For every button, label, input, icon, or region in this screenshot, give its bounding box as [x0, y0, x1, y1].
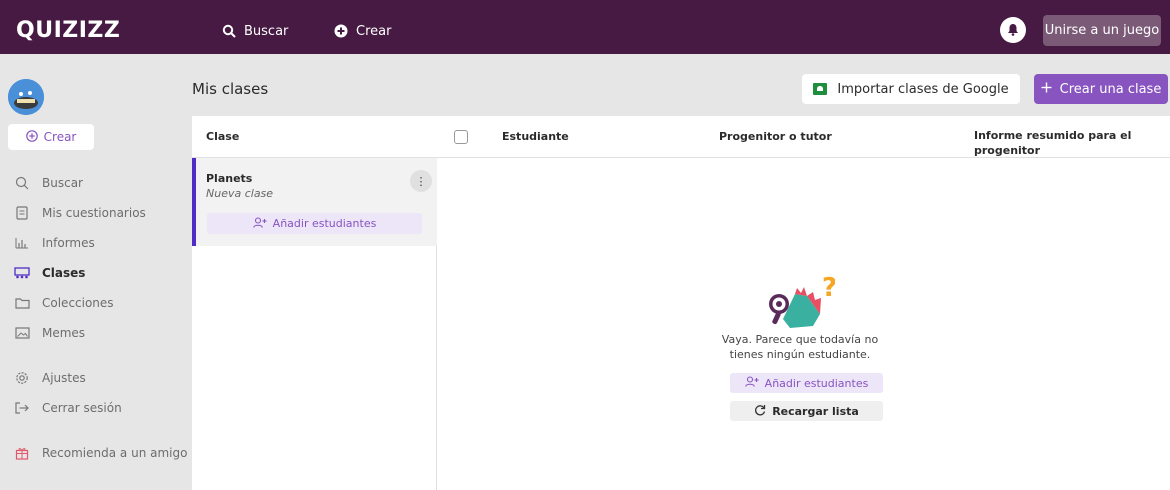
empty-state-message: Vaya. Parece que todavía no tienes ningú… [690, 332, 910, 362]
import-google-classes-button[interactable]: Importar clases de Google [802, 74, 1020, 104]
column-parent: Progenitor o tutor [719, 130, 832, 143]
plus-circle-icon [25, 129, 38, 145]
bar-chart-icon [14, 235, 30, 251]
top-bar: QUIZIZZ Buscar Crear Unirse a un juego [0, 0, 1170, 54]
column-student: Estudiante [502, 130, 569, 143]
sidebar-item-label: Mis cuestionarios [42, 206, 146, 220]
classes-panel: Clase Estudiante Progenitor o tutor Info… [192, 116, 1170, 490]
sidebar-item-quizzes[interactable]: Mis cuestionarios [14, 204, 146, 222]
add-user-icon [744, 376, 759, 390]
logout-icon [14, 400, 30, 416]
gift-icon [14, 445, 30, 461]
nav-search[interactable]: Buscar [222, 21, 288, 41]
notifications-button[interactable] [1000, 17, 1026, 43]
join-game-button[interactable]: Unirse a un juego [1043, 15, 1161, 46]
sidebar-item-logout[interactable]: Cerrar sesión [14, 399, 122, 417]
reload-list-button[interactable]: Recargar lista [730, 401, 883, 421]
nav-search-label: Buscar [244, 23, 289, 39]
sidebar: Crear Buscar Mis cuestionarios Informes … [0, 54, 192, 490]
create-class-button[interactable]: Crear una clase [1034, 74, 1168, 104]
folder-icon [14, 295, 30, 311]
sidebar-item-label: Buscar [42, 176, 83, 190]
search-icon [14, 175, 30, 191]
nav-create-label: Crear [356, 23, 392, 39]
empty-state-line2: tienes ningún estudiante. [729, 348, 871, 361]
table-header: Clase Estudiante Progenitor o tutor Info… [192, 116, 1170, 158]
sidebar-item-label: Ajustes [42, 371, 86, 385]
avatar[interactable] [8, 79, 44, 115]
sidebar-item-classes[interactable]: Clases [14, 264, 85, 282]
more-options-icon[interactable]: ⋮ [410, 170, 432, 192]
search-icon [222, 24, 236, 38]
sidebar-create-label: Crear [43, 130, 77, 144]
class-subtitle: Nueva clase [206, 187, 274, 200]
sidebar-item-collections[interactable]: Colecciones [14, 294, 114, 312]
sidebar-item-label: Colecciones [42, 296, 114, 310]
quizizz-logo[interactable]: QUIZIZZ [16, 18, 120, 43]
sidebar-item-search[interactable]: Buscar [14, 174, 83, 192]
classroom-icon [14, 265, 30, 281]
column-parent-report-line2: progenitor [974, 144, 1041, 157]
select-all-checkbox[interactable] [454, 130, 468, 144]
svg-text:?: ? [822, 274, 835, 303]
sidebar-create-button[interactable]: Crear [8, 124, 94, 150]
sidebar-item-label: Informes [42, 236, 95, 250]
class-name: Planets [206, 172, 253, 185]
sidebar-item-settings[interactable]: Ajustes [14, 369, 86, 387]
document-icon [14, 205, 30, 221]
image-icon [14, 325, 30, 341]
column-parent-report-line1: Informe resumido para el [974, 129, 1132, 142]
list-item[interactable]: Planets Nueva clase ⋮ Añadir estudiantes [192, 158, 437, 246]
reload-list-label: Recargar lista [772, 404, 859, 418]
empty-students-illustration: ? [769, 274, 835, 328]
add-user-icon [252, 216, 267, 231]
plus-icon [1041, 82, 1052, 97]
create-class-label: Crear una clase [1059, 81, 1162, 97]
class-list: Planets Nueva clase ⋮ Añadir estudiantes [192, 158, 437, 490]
sidebar-item-memes[interactable]: Memes [14, 324, 85, 342]
plus-circle-icon [334, 24, 348, 38]
sidebar-item-label: Memes [42, 326, 86, 340]
column-class: Clase [206, 130, 240, 143]
page-title: Mis clases [192, 80, 269, 98]
nav-create[interactable]: Crear [334, 21, 391, 41]
add-students-button[interactable]: Añadir estudiantes [207, 213, 422, 234]
bell-icon [1007, 21, 1019, 40]
add-students-label: Añadir estudiantes [272, 217, 377, 230]
empty-add-students-label: Añadir estudiantes [764, 376, 869, 390]
sidebar-item-label: Cerrar sesión [42, 401, 122, 415]
column-parent-report: Informe resumido para el progenitor [974, 128, 1131, 158]
google-classroom-icon [813, 83, 828, 95]
sidebar-item-label: Clases [42, 266, 86, 280]
sidebar-item-label: Recomienda a un amigo [42, 446, 188, 460]
empty-state-line1: Vaya. Parece que todavía no [721, 333, 879, 346]
sidebar-item-reports[interactable]: Informes [14, 234, 95, 252]
import-google-classes-label: Importar clases de Google [837, 81, 1009, 97]
gear-icon [14, 370, 30, 386]
sidebar-item-refer-friend[interactable]: Recomienda a un amigo [14, 444, 187, 462]
refresh-icon [754, 404, 766, 419]
empty-add-students-button[interactable]: Añadir estudiantes [730, 373, 883, 393]
